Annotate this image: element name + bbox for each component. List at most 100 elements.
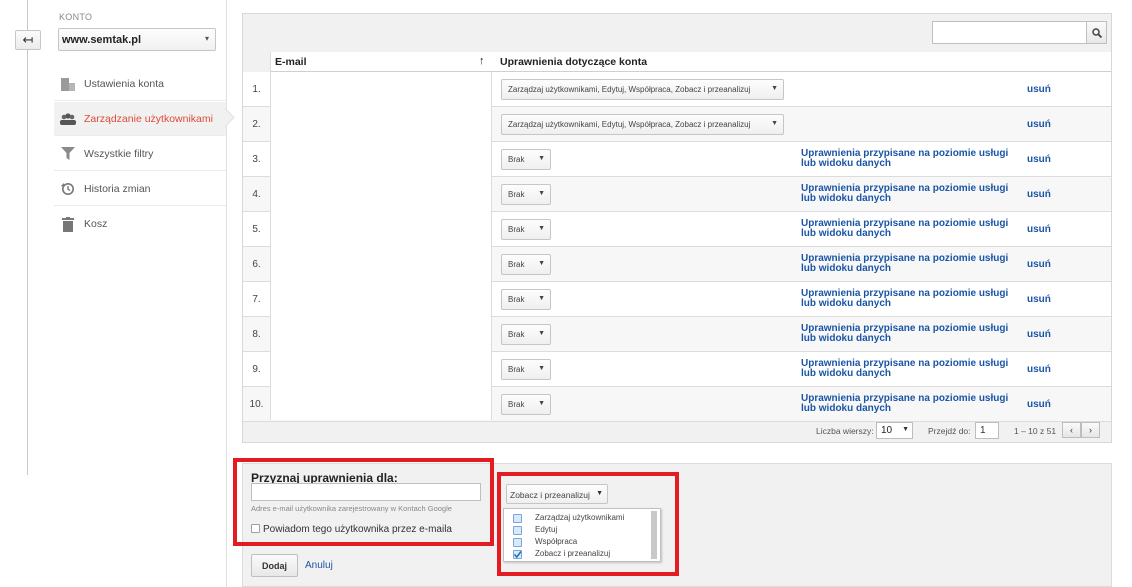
permission-select[interactable]: Brak ▼ xyxy=(501,184,551,205)
left-rail-line xyxy=(27,0,28,475)
row-number: 9. xyxy=(252,363,261,375)
goto-page-input[interactable]: 1 xyxy=(975,422,999,439)
sidebar-item-user-management[interactable]: Zarządzanie użytkownikami xyxy=(54,102,226,136)
email-header-label: E-mail xyxy=(275,56,307,68)
permission-select[interactable]: Brak ▼ xyxy=(501,324,551,345)
filter-icon xyxy=(60,147,76,161)
permission-select[interactable]: Brak ▼ xyxy=(501,289,551,310)
remove-user-link[interactable]: usuń xyxy=(1027,294,1051,305)
highlight-box-roles xyxy=(497,472,679,576)
chevron-right-icon: › xyxy=(1089,425,1092,435)
account-select[interactable]: www.semtak.pl ▾ xyxy=(58,28,216,51)
building-icon xyxy=(60,77,76,91)
sidebar-item-label: Kosz xyxy=(84,218,108,230)
chevron-down-icon: ▼ xyxy=(771,120,778,127)
permissions-header-label: Uprawnienia dotyczące konta xyxy=(500,56,648,68)
account-select-value: www.semtak.pl xyxy=(62,34,142,46)
chevron-down-icon: ▼ xyxy=(538,400,545,407)
permission-select-value: Brak xyxy=(508,295,525,304)
row-number: 2. xyxy=(252,118,261,130)
email-column-header[interactable]: E-mail ↑ xyxy=(270,52,492,72)
pagination-bar: Liczba wierszy: 10 ▼ Przejdź do: 1 1 – 1… xyxy=(243,420,1111,442)
row-number: 4. xyxy=(252,188,261,200)
permission-select-value: Brak xyxy=(508,155,525,164)
permission-select[interactable]: Brak ▼ xyxy=(501,254,551,275)
remove-user-link[interactable]: usuń xyxy=(1027,329,1051,340)
remove-user-link[interactable]: usuń xyxy=(1027,364,1051,375)
chevron-left-icon: ‹ xyxy=(1070,425,1073,435)
remove-user-link[interactable]: usuń xyxy=(1027,154,1051,165)
next-page-button[interactable]: › xyxy=(1081,422,1100,438)
arrow-up-icon: ↑ xyxy=(479,55,485,67)
service-level-permissions-link[interactable]: Uprawnienia przypisane na poziomie usług… xyxy=(801,149,1016,169)
row-number: 6. xyxy=(252,258,261,270)
row-number: 7. xyxy=(252,293,261,305)
permission-select-value: Brak xyxy=(508,260,525,269)
permission-select-value: Zarządzaj użytkownikami, Edytuj, Współpr… xyxy=(508,120,751,129)
prev-page-button[interactable]: ‹ xyxy=(1062,422,1081,438)
users-icon xyxy=(60,112,76,126)
remove-user-link[interactable]: usuń xyxy=(1027,224,1051,235)
permission-select-value: Zarządzaj użytkownikami, Edytuj, Współpr… xyxy=(508,85,751,94)
remove-user-link[interactable]: usuń xyxy=(1027,84,1051,95)
remove-user-link[interactable]: usuń xyxy=(1027,189,1051,200)
goto-page-value: 1 xyxy=(980,425,986,436)
sidebar-item-label: Wszystkie filtry xyxy=(84,148,154,160)
permission-select-value: Brak xyxy=(508,225,525,234)
highlight-box-email xyxy=(233,458,494,546)
goto-label: Przejdź do: xyxy=(928,426,971,436)
trash-icon xyxy=(60,216,76,232)
chevron-down-icon: ▾ xyxy=(204,34,209,43)
permission-select[interactable]: Zarządzaj użytkownikami, Edytuj, Współpr… xyxy=(501,114,784,135)
chevron-down-icon: ▼ xyxy=(538,365,545,372)
sidebar-item-account-settings[interactable]: Ustawienia konta xyxy=(54,67,226,101)
chevron-down-icon: ▼ xyxy=(538,330,545,337)
add-button-label: Dodaj xyxy=(261,560,287,571)
add-button[interactable]: Dodaj xyxy=(251,554,298,577)
account-section-label: KONTO xyxy=(59,12,93,22)
service-level-permissions-link[interactable]: Uprawnienia przypisane na poziomie usług… xyxy=(801,219,1016,239)
cancel-link[interactable]: Anuluj xyxy=(305,560,333,571)
remove-user-link[interactable]: usuń xyxy=(1027,259,1051,270)
back-button[interactable]: ↤ xyxy=(15,30,41,50)
permission-select[interactable]: Brak ▼ xyxy=(501,394,551,415)
remove-user-link[interactable]: usuń xyxy=(1027,119,1051,130)
service-level-permissions-link[interactable]: Uprawnienia przypisane na poziomie usług… xyxy=(801,324,1016,344)
service-level-permissions-link[interactable]: Uprawnienia przypisane na poziomie usług… xyxy=(801,359,1016,379)
sidebar-item-label: Zarządzanie użytkownikami xyxy=(84,113,213,125)
back-arrow-icon: ↤ xyxy=(22,32,34,47)
permission-select[interactable]: Brak ▼ xyxy=(501,149,551,170)
row-number: 5. xyxy=(252,223,261,235)
sidebar-item-trash[interactable]: Kosz xyxy=(54,207,226,241)
chevron-down-icon: ▼ xyxy=(538,190,545,197)
remove-user-link[interactable]: usuń xyxy=(1027,399,1051,410)
history-icon xyxy=(60,182,76,196)
permission-select[interactable]: Brak ▼ xyxy=(501,219,551,240)
sidebar-item-label: Ustawienia konta xyxy=(84,78,164,90)
chevron-down-icon: ▼ xyxy=(538,260,545,267)
search-button[interactable] xyxy=(1087,21,1107,44)
permission-select-value: Brak xyxy=(508,400,525,409)
sidebar-item-all-filters[interactable]: Wszystkie filtry xyxy=(54,137,226,171)
search-input[interactable] xyxy=(932,21,1087,44)
sidebar-item-change-history[interactable]: Historia zmian xyxy=(54,172,226,206)
permission-select-value: Brak xyxy=(508,365,525,374)
sidebar-divider xyxy=(226,0,227,587)
chevron-down-icon: ▼ xyxy=(538,225,545,232)
permission-select[interactable]: Brak ▼ xyxy=(501,359,551,380)
service-level-permissions-link[interactable]: Uprawnienia przypisane na poziomie usług… xyxy=(801,289,1016,309)
permission-select[interactable]: Zarządzaj użytkownikami, Edytuj, Współpr… xyxy=(501,79,784,100)
chevron-down-icon: ▼ xyxy=(538,155,545,162)
rows-per-page-label: Liczba wierszy: xyxy=(816,426,874,436)
rows-per-page-select[interactable]: 10 ▼ xyxy=(876,422,913,439)
service-level-permissions-link[interactable]: Uprawnienia przypisane na poziomie usług… xyxy=(801,254,1016,274)
email-column-cells xyxy=(270,72,492,420)
service-level-permissions-link[interactable]: Uprawnienia przypisane na poziomie usług… xyxy=(801,184,1016,204)
permission-select-value: Brak xyxy=(508,190,525,199)
row-number: 10. xyxy=(249,398,264,410)
row-number: 3. xyxy=(252,153,261,165)
rows-per-page-value: 10 xyxy=(881,425,893,436)
chevron-down-icon: ▼ xyxy=(771,85,778,92)
permission-select-value: Brak xyxy=(508,330,525,339)
service-level-permissions-link[interactable]: Uprawnienia przypisane na poziomie usług… xyxy=(801,394,1016,414)
